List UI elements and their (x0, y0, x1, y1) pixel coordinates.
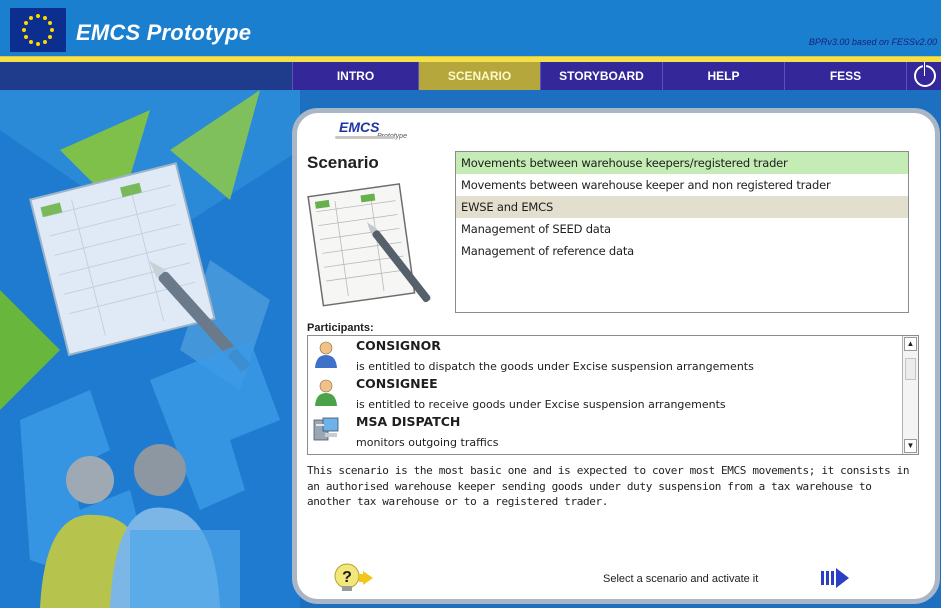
scenario-item[interactable]: Movements between warehouse keepers/regi… (456, 152, 908, 174)
background-illustration (0, 90, 300, 608)
computer-icon (313, 417, 339, 441)
power-icon[interactable] (906, 62, 941, 90)
participant-name: MSA DISPATCH (356, 414, 461, 429)
tab-storyboard[interactable]: STORYBOARD (540, 62, 662, 90)
scroll-thumb[interactable] (905, 358, 916, 380)
help-bulb-icon[interactable]: ? (329, 563, 387, 593)
emcs-logo: EMCS Prototype (335, 119, 407, 140)
tab-scenario[interactable]: SCENARIO (418, 62, 540, 90)
participants-scrollbar[interactable]: ▲ ▼ (902, 336, 918, 454)
tab-fess[interactable]: FESS (784, 62, 906, 90)
scroll-down-icon[interactable]: ▼ (904, 439, 917, 453)
participants-label: Participants: (307, 322, 374, 334)
scenario-heading: Scenario (307, 153, 379, 172)
activate-arrow-icon[interactable] (821, 568, 851, 588)
tab-intro[interactable]: INTRO (292, 62, 418, 90)
participants-list[interactable]: CONSIGNOR is entitled to dispatch the go… (307, 335, 919, 455)
app-title: EMCS Prototype (76, 20, 252, 45)
svg-text:?: ? (342, 569, 352, 586)
scenario-document-icon (307, 183, 431, 307)
scenario-item[interactable]: Management of SEED data (456, 218, 908, 240)
activate-text: Select a scenario and activate it (603, 573, 759, 585)
person-green-icon (315, 379, 337, 406)
scroll-up-icon[interactable]: ▲ (904, 337, 917, 351)
participant-desc: is entitled to dispatch the goods under … (356, 360, 754, 373)
participant-name: CONSIGNOR (356, 338, 441, 353)
person-blue-icon (315, 341, 337, 368)
header-bar: EMCS Prototype BPRv3.00 based on FESSv2.… (0, 0, 941, 56)
scenario-description: This scenario is the most basic one and … (307, 464, 910, 508)
scenario-list[interactable]: Movements between warehouse keepers/regi… (455, 151, 909, 313)
participant-item: MSA DISPATCH monitors outgoing traffics (308, 414, 902, 454)
tab-help[interactable]: HELP (662, 62, 784, 90)
scenario-item[interactable]: EWSE and EMCS (456, 196, 908, 218)
participant-desc: monitors outgoing traffics (356, 436, 499, 449)
scenario-item[interactable]: Movements between warehouse keeper and n… (456, 174, 908, 196)
scenario-panel: EMCS Prototype Scenario Movements betwee… (292, 108, 940, 604)
participant-name: CONSIGNEE (356, 376, 438, 391)
participant-desc: is entitled to receive goods under Excis… (356, 398, 726, 411)
eu-flag-icon (10, 8, 66, 52)
participant-item: CONSIGNOR is entitled to dispatch the go… (308, 338, 902, 378)
version-label: BPRv3.00 based on FESSv2.00 (808, 37, 937, 47)
scenario-item[interactable]: Management of reference data (456, 240, 908, 262)
participant-item: CONSIGNEE is entitled to receive goods u… (308, 376, 902, 416)
